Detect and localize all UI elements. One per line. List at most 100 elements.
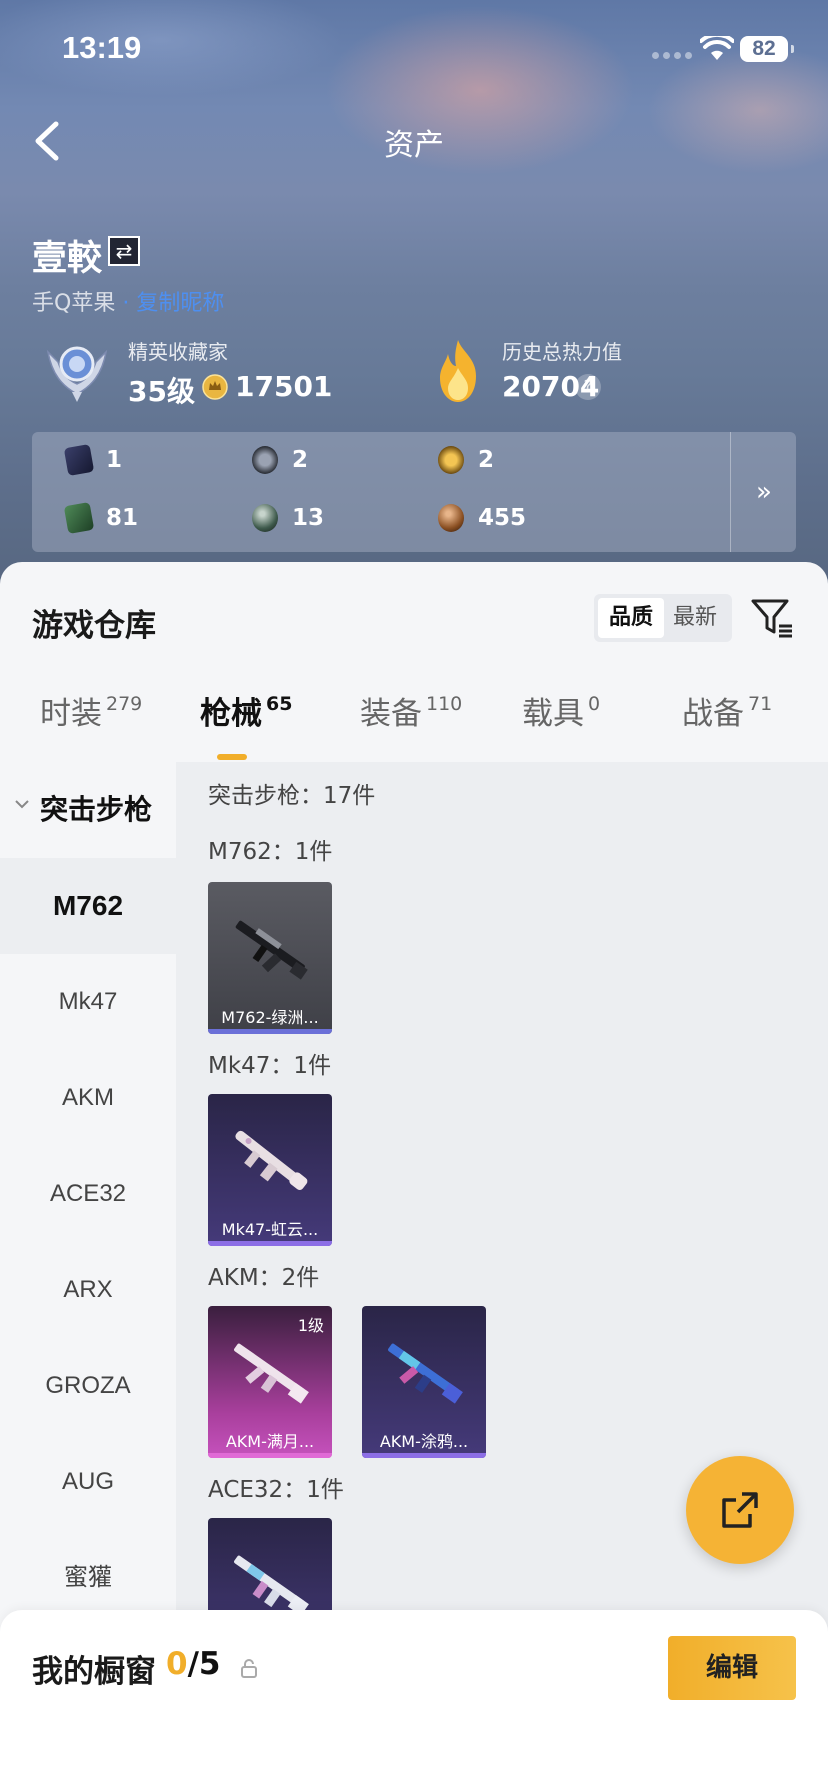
share-button[interactable] xyxy=(686,1456,794,1564)
bronze-coin-icon xyxy=(438,504,464,532)
category-label: 突击步枪 xyxy=(40,793,153,826)
copy-nickname-link[interactable]: · 复制昵称 xyxy=(122,291,224,316)
weapon-name: M762-绿洲... xyxy=(221,1008,319,1027)
tab-label: 枪械 xyxy=(200,696,262,732)
tab-count: 279 xyxy=(106,693,143,715)
item-count-panel[interactable]: 1 2 2 81 13 455 » xyxy=(32,432,796,552)
switch-account-icon[interactable]: ⇄ xyxy=(108,236,140,266)
item-count: 455 xyxy=(478,505,527,531)
showcase-total: /5 xyxy=(187,1646,221,1682)
tab-fashion[interactable]: 时装 279 xyxy=(40,688,142,733)
chevron-down-icon xyxy=(15,800,29,809)
username: 壹較 xyxy=(32,239,103,279)
sort-newest-button[interactable]: 最新 xyxy=(662,598,728,638)
tab-supplies[interactable]: 战备 71 xyxy=(682,688,772,733)
lock-icon xyxy=(241,1659,257,1678)
help-icon[interactable]: ? xyxy=(575,374,601,400)
tab-equipment[interactable]: 装备 110 xyxy=(360,688,462,733)
rifle-skin-image xyxy=(234,1343,309,1404)
item-count-cell: 2 xyxy=(252,446,308,474)
tab-vehicles[interactable]: 载具 0 xyxy=(522,688,600,733)
tab-label: 装备 xyxy=(360,696,422,732)
group-label: ACE32：1件 xyxy=(208,1477,344,1503)
item-count: 1 xyxy=(106,447,123,473)
share-icon xyxy=(722,1492,758,1528)
item-count: 81 xyxy=(106,505,139,531)
tab-count: 0 xyxy=(588,693,601,715)
collector-points: 17501 xyxy=(235,370,333,403)
warehouse-title: 游戏仓库 xyxy=(32,608,156,644)
collector-badge-icon xyxy=(46,346,108,402)
category-summary: 突击步枪：17件 xyxy=(208,783,376,809)
sidebar-item-groza[interactable]: GROZA xyxy=(0,1338,176,1434)
platform-label: 手Q苹果 · 复制昵称 xyxy=(32,285,224,317)
tab-count: 71 xyxy=(748,693,773,715)
weapon-name: AKM-涂鸦... xyxy=(379,1432,469,1451)
card-icon xyxy=(63,443,95,477)
rifle-skin-image xyxy=(235,920,308,980)
tab-firearms[interactable]: 枪械 65 xyxy=(200,688,292,733)
sidebar-item-m762[interactable]: M762 xyxy=(0,858,176,954)
weapon-card[interactable]: AKM-涂鸦... xyxy=(362,1306,486,1458)
flame-icon xyxy=(440,340,476,402)
battery-icon: 82 xyxy=(740,36,794,62)
group-label: Mk47：1件 xyxy=(208,1053,332,1079)
group-label: AKM：2件 xyxy=(208,1265,320,1291)
collector-title: 精英收藏家 xyxy=(128,340,228,364)
tab-label: 战备 xyxy=(682,696,744,732)
item-count-cell: 81 xyxy=(63,501,139,535)
warehouse-sheet: 游戏仓库 品质 最新 时装 279 枪械 65 装备 110 载具 0 战备 71 突击步… xyxy=(0,562,828,1792)
status-bar: 13:19 82 xyxy=(0,0,828,96)
tab-label: 时装 xyxy=(40,696,102,732)
category-tabs: 时装 279 枪械 65 装备 110 载具 0 战备 71 xyxy=(0,688,828,764)
crown-coin-icon xyxy=(202,374,228,400)
item-count-cell: 2 xyxy=(438,446,494,474)
green-card-icon xyxy=(63,501,95,535)
item-count: 2 xyxy=(478,447,495,473)
rarity-strip xyxy=(208,1453,332,1458)
sort-toggle: 品质 最新 xyxy=(594,594,732,642)
edit-button[interactable]: 编辑 xyxy=(668,1636,796,1700)
heat-title: 历史总热力值 xyxy=(502,340,622,364)
category-header[interactable]: 突击步枪 xyxy=(0,762,176,858)
rarity-strip xyxy=(208,1241,332,1246)
tab-count: 65 xyxy=(266,693,293,715)
showcase-title: 我的橱窗 xyxy=(32,1654,156,1690)
weapon-name: AKM-满月... xyxy=(225,1432,315,1451)
sidebar-item-aug[interactable]: AUG xyxy=(0,1434,176,1530)
active-tab-indicator xyxy=(217,754,247,760)
showcase-bar: 我的橱窗 0/5 编辑 xyxy=(0,1610,828,1792)
clock: 13:19 xyxy=(62,30,142,65)
divider xyxy=(730,432,731,552)
profile-header: 13:19 82 资产 壹較 ⇄ 手Q苹果 · 复制昵称 精英收藏家 35级 1… xyxy=(0,0,828,600)
rarity-strip xyxy=(208,1029,332,1034)
weapon-name: Mk47-虹云... xyxy=(221,1220,319,1239)
sidebar-item-arx[interactable]: ARX xyxy=(0,1242,176,1338)
sidebar-item-akm[interactable]: AKM xyxy=(0,1050,176,1146)
cellular-signal-icon xyxy=(652,52,692,59)
orb-icon xyxy=(252,504,278,532)
tab-label: 载具 xyxy=(522,696,584,732)
sidebar-item-ace32[interactable]: ACE32 xyxy=(0,1146,176,1242)
collector-level: 35级 xyxy=(128,375,195,408)
rifle-skin-image xyxy=(388,1343,463,1404)
weapon-card[interactable]: M762-绿洲... xyxy=(208,882,332,1034)
page-title: 资产 xyxy=(384,128,444,163)
weapon-card[interactable]: Mk47-虹云... xyxy=(208,1094,332,1246)
wifi-icon xyxy=(700,36,734,60)
showcase-current: 0 xyxy=(166,1646,188,1682)
gold-badge-icon xyxy=(438,446,464,474)
item-count-cell: 1 xyxy=(63,443,123,477)
platform-text: 手Q苹果 xyxy=(32,291,116,316)
item-count: 13 xyxy=(292,505,325,531)
sort-quality-button[interactable]: 品质 xyxy=(598,598,664,638)
rarity-strip xyxy=(362,1453,486,1458)
item-count-cell: 455 xyxy=(438,504,526,532)
rifle-skin-image xyxy=(235,1130,308,1190)
expand-chevron-icon[interactable]: » xyxy=(732,432,796,552)
gear-badge-icon xyxy=(252,446,278,474)
weapon-card[interactable]: 1级 AKM-满月... xyxy=(208,1306,332,1458)
sidebar-item-mk47[interactable]: Mk47 xyxy=(0,954,176,1050)
showcase-count: 0/5 xyxy=(166,1646,220,1682)
filter-icon[interactable] xyxy=(750,596,794,640)
